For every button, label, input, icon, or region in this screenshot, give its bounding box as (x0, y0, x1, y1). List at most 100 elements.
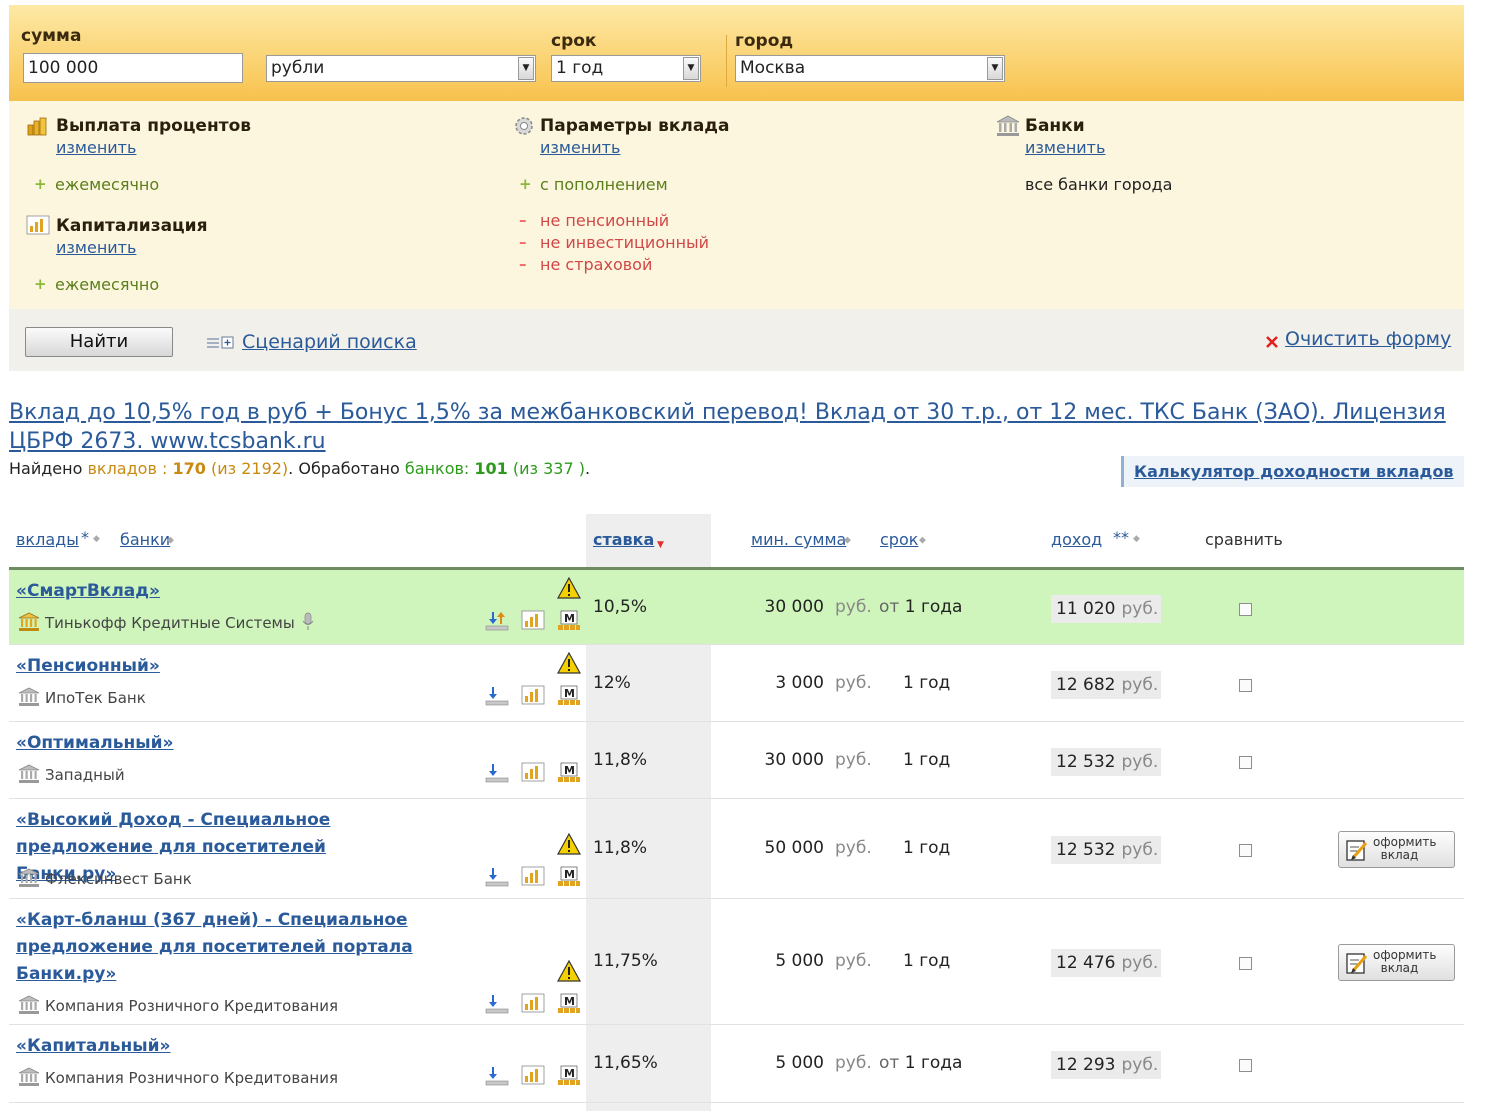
close-icon[interactable] (1265, 335, 1279, 349)
sort-icon[interactable]: ◆ (919, 530, 926, 549)
capitalization-icon (521, 762, 545, 782)
amount-input[interactable]: 100 000 (23, 53, 243, 83)
processed-label: . Обработано (288, 459, 400, 478)
compare-checkbox[interactable] (1239, 603, 1252, 616)
income-currency: руб. (1121, 675, 1159, 695)
warning-icon[interactable] (557, 960, 581, 982)
deposit-name-link[interactable]: «Оптимальный» (16, 730, 426, 757)
deposit-name-link[interactable]: «СмартВклад» (16, 578, 426, 605)
income-value: 12 476 руб. (1051, 949, 1161, 977)
header-compare: сравнить (1205, 530, 1283, 549)
sort-icon[interactable]: ◆ (93, 534, 100, 544)
income-currency: руб. (1121, 1055, 1159, 1075)
deposit-params-change-link[interactable]: изменить (540, 138, 620, 157)
header-banks[interactable]: банки (120, 530, 170, 549)
sort-desc-icon[interactable]: ▼ (657, 532, 664, 551)
currency-select[interactable]: рубли ▼ (266, 55, 536, 82)
deposits-word: вкладов : (87, 459, 168, 478)
clear-form-link[interactable]: Очистить форму (1285, 328, 1451, 350)
bank-name-text: Флексинвест Банк (45, 870, 192, 888)
apply-label-line1: оформить (1373, 835, 1437, 849)
apply-deposit-button[interactable]: оформить вклад (1338, 944, 1455, 981)
microphone-icon (302, 612, 314, 630)
monthly-payment-icon: М (558, 685, 580, 705)
warning-icon[interactable] (557, 833, 581, 855)
apply-deposit-button[interactable]: оформить вклад (1338, 831, 1455, 868)
bank-icon (18, 612, 45, 632)
income-value: 12 532 руб. (1051, 748, 1161, 776)
city-select[interactable]: Москва ▼ (735, 55, 1005, 82)
sort-icon[interactable]: ◆ (844, 530, 851, 549)
table-row: «Карт-бланш (367 дней) - Специальное пре… (9, 899, 1464, 1025)
table-row: «СмартВклад» Тинькофф Кредитные Системы М 1… (9, 570, 1464, 645)
warning-icon[interactable] (557, 652, 581, 674)
interest-payment-change-link[interactable]: изменить (56, 138, 136, 157)
plus-icon: + (34, 275, 47, 293)
search-scenario-link[interactable]: Сценарий поиска (242, 331, 417, 353)
svg-text:М: М (564, 868, 575, 881)
monthly-payment-icon: М (558, 993, 580, 1013)
amount-label: сумма (21, 26, 82, 46)
bank-name-text: Тинькофф Кредитные Системы (45, 614, 295, 632)
header-income-mark: ** ◆ (1113, 528, 1140, 547)
monthly-payment-icon: М (558, 1065, 580, 1085)
header-term-label: срок (880, 530, 919, 549)
deposit-name-link[interactable]: «Капитальный» (16, 1033, 426, 1060)
minus-icon: – (519, 255, 527, 273)
income-currency: руб. (1121, 840, 1159, 860)
capitalization-change-link[interactable]: изменить (56, 238, 136, 257)
capitalization-icon (521, 685, 545, 705)
calculator-link[interactable]: Калькулятор доходности вкладов (1134, 462, 1454, 481)
term-value: от 1 года (879, 597, 962, 617)
monthly-payment-icon: М (558, 866, 580, 886)
banks-value: все банки города (1025, 175, 1173, 194)
compare-checkbox[interactable] (1239, 844, 1252, 857)
capitalization-icon (521, 610, 545, 630)
compare-checkbox[interactable] (1239, 679, 1252, 692)
warning-icon[interactable] (557, 577, 581, 599)
compare-checkbox[interactable] (1239, 756, 1252, 769)
min-sum-value: 50 000 (764, 838, 824, 858)
header-term[interactable]: срок (880, 530, 918, 549)
bank-name: Западный (18, 764, 125, 784)
expand-icon[interactable] (205, 335, 237, 351)
deposit-name-link[interactable]: «Карт-бланш (367 дней) - Специальное пре… (16, 907, 426, 988)
compare-checkbox[interactable] (1239, 1059, 1252, 1072)
ad-link[interactable]: Вклад до 10,5% год в руб + Бонус 1,5% за… (9, 398, 1449, 456)
min-sum-currency: руб. (835, 1053, 872, 1073)
deposits-total: (из 2192) (210, 459, 289, 478)
header-rate[interactable]: ставка (593, 530, 654, 549)
replenish-icon (485, 764, 509, 783)
coins-icon (27, 117, 47, 136)
term-prefix: от (879, 1053, 900, 1073)
term-value: 1 год (903, 838, 951, 858)
chevron-down-icon[interactable]: ▼ (518, 57, 534, 80)
rate-value: 11,75% (593, 951, 658, 971)
income-value: 11 020 руб. (1051, 595, 1161, 623)
banks-title: Банки (1025, 116, 1085, 136)
bank-name-text: ИпоТек Банк (45, 689, 146, 707)
header-min-sum[interactable]: мин. сумма (751, 530, 846, 549)
bank-name-text: Компания Розничного Кредитования (45, 997, 338, 1015)
chevron-down-icon[interactable]: ▼ (987, 57, 1003, 80)
header-deposits[interactable]: вклады (16, 530, 79, 549)
bank-icon (18, 995, 45, 1015)
find-button[interactable]: Найти (25, 327, 173, 357)
compare-checkbox[interactable] (1239, 957, 1252, 970)
results-summary: Найдено вкладов : 170 (из 2192). Обработ… (9, 459, 590, 478)
bank-icon (996, 115, 1020, 136)
banks-change-link[interactable]: изменить (1025, 138, 1105, 157)
sort-icon[interactable]: ◆ (167, 530, 174, 549)
search-actions: Найти Сценарий поиска Очистить форму (9, 309, 1464, 371)
term-select-value: 1 год (556, 58, 604, 78)
deposit-name-link[interactable]: «Пенсионный» (16, 653, 426, 680)
bank-icon (18, 1067, 45, 1087)
term-select[interactable]: 1 год ▼ (551, 55, 701, 82)
sort-icon[interactable]: ◆ (1133, 534, 1140, 544)
income-amount: 12 532 (1056, 752, 1116, 772)
chevron-down-icon[interactable]: ▼ (683, 57, 699, 80)
header-income-mark-text: ** (1113, 528, 1129, 547)
header-income[interactable]: доход (1051, 530, 1102, 549)
banks-count: 101 (474, 459, 508, 478)
bank-name: Компания Розничного Кредитования (18, 1067, 338, 1087)
